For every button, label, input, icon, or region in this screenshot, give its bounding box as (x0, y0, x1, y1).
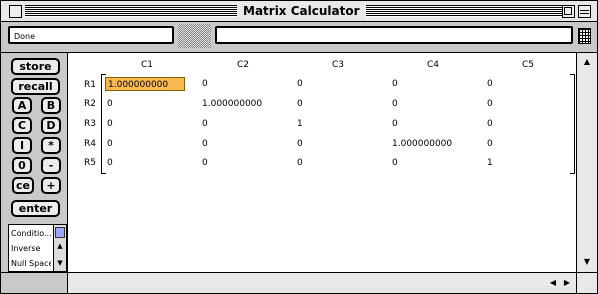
row-header: R1 (84, 80, 96, 90)
title-bar[interactable]: Matrix Calculator (1, 1, 597, 22)
column-header: C5 (521, 60, 534, 70)
arrow-up-icon[interactable]: ▲ (55, 242, 65, 251)
matrix-cell[interactable]: 0 (105, 156, 185, 170)
zoom-box-icon[interactable] (562, 5, 575, 18)
matrix-calculator-window: Matrix Calculator Done store recall A B … (0, 0, 598, 294)
key-b-button[interactable]: B (41, 97, 61, 114)
calculator-keypad: store recall A B C D I * 0 - ce + enter … (1, 53, 68, 272)
add-button[interactable]: + (41, 177, 61, 194)
row-header: R5 (84, 158, 96, 168)
matrix-cell[interactable]: 0 (295, 77, 375, 91)
matrix-cell[interactable]: 0 (295, 97, 375, 111)
matrix-cell[interactable]: 0 (105, 117, 185, 131)
keypad-footer (1, 272, 68, 293)
status-field: Done (8, 26, 174, 44)
matrix-cell[interactable]: 1 (485, 156, 565, 170)
column-header: C4 (426, 60, 439, 70)
pattern-divider (178, 24, 211, 48)
key-d-button[interactable]: D (41, 117, 61, 134)
list-lines-icon[interactable] (55, 227, 65, 238)
matrix-grid: C1 C2 C3 C4 C5 R1 R2 R3 R4 R5 1.00000000… (68, 53, 576, 272)
matrix-cell[interactable]: 0 (295, 137, 375, 151)
matrix-cell[interactable]: 0 (390, 77, 470, 91)
matrix-cell[interactable]: 0 (390, 156, 470, 170)
close-box-icon[interactable] (9, 5, 22, 18)
enter-button[interactable]: enter (11, 200, 60, 217)
matrix-cell[interactable]: 0 (295, 156, 375, 170)
matrix-cell[interactable]: 0 (390, 97, 470, 111)
multiply-button[interactable]: * (41, 137, 61, 154)
vertical-scrollbar[interactable]: ▲ ▼ (576, 53, 597, 272)
resize-grip-icon[interactable] (576, 272, 597, 293)
column-header: C3 (331, 60, 344, 70)
key-a-button[interactable]: A (12, 97, 32, 114)
matrix-cell[interactable]: 0 (390, 117, 470, 131)
key-identity-button[interactable]: I (12, 137, 32, 154)
subtract-button[interactable]: - (41, 157, 61, 174)
row-header: R3 (84, 119, 96, 129)
matrix-cell[interactable]: 0 (200, 117, 280, 131)
matrix-cell[interactable]: 0 (485, 137, 565, 151)
store-button[interactable]: store (11, 58, 60, 75)
arrow-down-icon[interactable]: ▼ (55, 259, 65, 268)
matrix-cell[interactable]: 1.000000000 (200, 97, 280, 111)
key-c-button[interactable]: C (12, 117, 32, 134)
key-zero-button[interactable]: 0 (12, 157, 32, 174)
matrix-cell[interactable]: 0 (485, 117, 565, 131)
matrix-right-bracket (570, 74, 575, 174)
matrix-cell[interactable]: 0 (485, 77, 565, 91)
recall-button[interactable]: recall (11, 78, 60, 95)
matrix-cell[interactable]: 0 (200, 77, 280, 91)
window-title: Matrix Calculator (237, 4, 366, 18)
arrow-down-icon[interactable]: ▼ (580, 255, 594, 269)
list-scrollbar[interactable]: ▲ ▼ (53, 225, 66, 271)
list-item[interactable]: Conditio... (11, 228, 51, 239)
matrix-cell[interactable]: 0 (200, 137, 280, 151)
matrix-cell[interactable]: 1.000000000 (390, 137, 470, 151)
matrix-cell[interactable]: 0 (105, 97, 185, 111)
collapse-box-icon[interactable] (578, 5, 591, 18)
arrow-right-icon[interactable]: ▶ (560, 276, 574, 290)
entry-field[interactable] (215, 26, 573, 44)
row-header: R2 (84, 99, 96, 109)
matrix-cell[interactable]: 0 (485, 97, 565, 111)
grid-view-icon[interactable] (578, 28, 591, 44)
horizontal-scrollbar[interactable]: ◀ ▶ (68, 272, 576, 293)
row-header: R4 (84, 139, 96, 149)
matrix-cell[interactable]: 0 (200, 156, 280, 170)
column-header: C2 (236, 60, 249, 70)
list-item[interactable]: Null Space (11, 258, 51, 269)
matrix-cell[interactable]: 1 (295, 117, 375, 131)
toolbar: Done (1, 22, 597, 53)
arrow-left-icon[interactable]: ◀ (546, 276, 560, 290)
matrix-cell[interactable]: 0 (105, 137, 185, 151)
clear-entry-button[interactable]: ce (12, 177, 34, 194)
matrix-cell-selected[interactable]: 1.000000000 (105, 77, 185, 91)
arrow-up-icon[interactable]: ▲ (580, 55, 594, 69)
list-item[interactable]: Inverse (11, 243, 51, 254)
column-header: C1 (140, 60, 153, 70)
operations-list[interactable]: Conditio... Inverse Null Space ▲ ▼ (8, 224, 67, 272)
